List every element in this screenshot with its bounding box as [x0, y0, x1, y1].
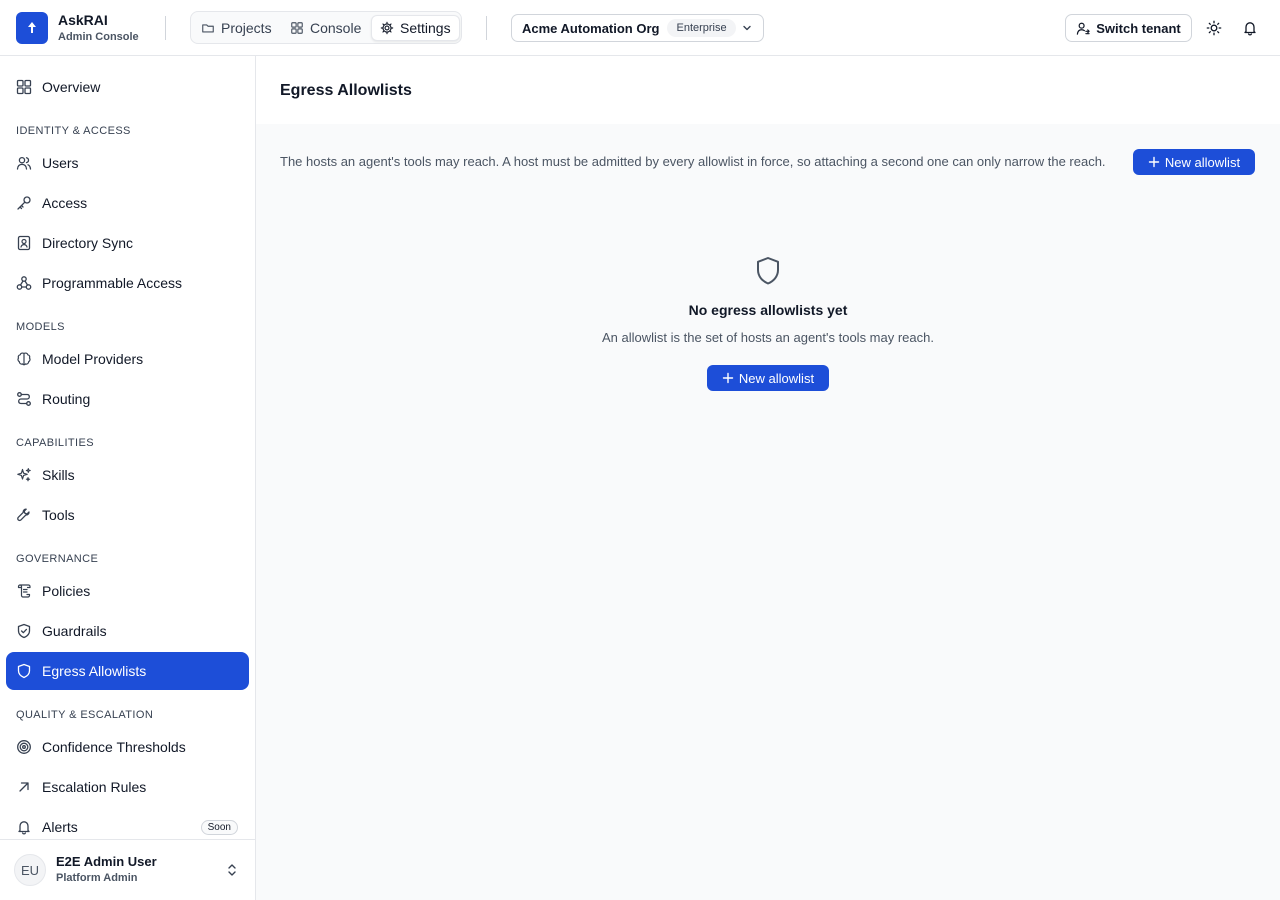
- user-switch-icon: [1077, 22, 1090, 35]
- shield-icon: [17, 663, 31, 679]
- sidebar-item-label: Routing: [42, 391, 91, 407]
- empty-new-allowlist-label: New allowlist: [738, 370, 815, 386]
- sidebar-item-label: Model Providers: [42, 351, 144, 367]
- sidebar-item-label: Users: [42, 155, 79, 171]
- scroll-icon: [17, 584, 31, 598]
- sidebar-item-access[interactable]: Access: [6, 184, 249, 222]
- plus-icon: [722, 372, 734, 384]
- sidebar-item-label: Policies: [42, 583, 91, 599]
- sidebar-item-overview[interactable]: Overview: [6, 68, 249, 106]
- sidebar-item-label: Directory Sync: [42, 235, 134, 251]
- key-icon: [17, 196, 31, 210]
- users-icon: [16, 156, 32, 170]
- main-content: The hosts an agent's tools may reach. A …: [256, 124, 1280, 900]
- sidebar: Overview IDENTITY & ACCESS Users Access …: [0, 56, 256, 900]
- sidebar-item-guardrails[interactable]: Guardrails: [6, 612, 249, 650]
- sidebar-item-policies[interactable]: Policies: [6, 572, 249, 610]
- avatar: EU: [14, 854, 46, 886]
- user-name: E2E Admin User: [56, 854, 157, 869]
- folder-icon: [202, 24, 214, 33]
- org-name: Acme Automation Org: [522, 20, 660, 36]
- sidebar-item-label: Tools: [42, 507, 75, 523]
- notifications-button[interactable]: [1240, 18, 1260, 38]
- tab-settings[interactable]: Settings: [371, 15, 460, 41]
- sidebar-item-escalation-rules[interactable]: Escalation Rules: [6, 768, 249, 806]
- sidebar-item-tools[interactable]: Tools: [6, 496, 249, 534]
- sidebar-item-egress-allowlists[interactable]: Egress Allowlists: [6, 652, 249, 690]
- divider: [486, 16, 487, 40]
- page-title: Egress Allowlists: [280, 82, 412, 99]
- sidebar-item-label: Programmable Access: [42, 275, 183, 291]
- dashboard-icon: [16, 79, 32, 95]
- empty-state-subtitle: An allowlist is the set of hosts an agen…: [602, 330, 934, 345]
- tab-projects-label: Projects: [221, 20, 272, 36]
- gear-icon: [380, 21, 394, 35]
- plan-badge: Enterprise: [667, 19, 736, 37]
- sidebar-item-skills[interactable]: Skills: [6, 456, 249, 494]
- sidebar-section-models: MODELS: [16, 321, 65, 333]
- soon-badge: Soon: [200, 820, 238, 835]
- webhook-icon: [16, 276, 32, 290]
- sidebar-item-programmable-access[interactable]: Programmable Access: [6, 264, 249, 302]
- brain-icon: [17, 352, 31, 366]
- sidebar-item-users[interactable]: Users: [6, 144, 249, 182]
- sidebar-item-label: Alerts: [42, 819, 78, 835]
- bell-icon: [1244, 22, 1256, 36]
- sidebar-item-confidence-thresholds[interactable]: Confidence Thresholds: [6, 728, 249, 766]
- sidebar-item-routing[interactable]: Routing: [6, 380, 249, 418]
- new-allowlist-label: New allowlist: [1164, 154, 1241, 170]
- app-logo[interactable]: [16, 12, 48, 44]
- sidebar-item-label: Overview: [42, 79, 101, 95]
- tab-settings-label: Settings: [400, 20, 451, 36]
- grid-icon: [291, 22, 303, 34]
- empty-state-title: No egress allowlists yet: [688, 302, 848, 318]
- contact-book-icon: [17, 235, 31, 251]
- empty-new-allowlist-button[interactable]: New allowlist: [707, 365, 829, 391]
- sun-icon: [1206, 20, 1222, 36]
- sidebar-item-model-providers[interactable]: Model Providers: [6, 340, 249, 378]
- logo-icon: [28, 22, 36, 33]
- route-icon: [17, 392, 31, 406]
- sidebar-item-label: Skills: [42, 467, 75, 483]
- sidebar-section-identity: IDENTITY & ACCESS: [16, 125, 131, 137]
- shield-check-icon: [17, 623, 31, 639]
- user-role: Platform Admin: [56, 872, 138, 884]
- tab-console-label: Console: [310, 20, 362, 36]
- divider: [165, 16, 166, 40]
- sidebar-item-label: Escalation Rules: [42, 779, 147, 795]
- sidebar-section-quality: QUALITY & ESCALATION: [16, 709, 154, 721]
- brand-name: AskRAI: [58, 12, 108, 28]
- switch-tenant-label: Switch tenant: [1096, 20, 1181, 36]
- new-allowlist-button[interactable]: New allowlist: [1133, 149, 1255, 175]
- sidebar-item-label: Confidence Thresholds: [42, 739, 186, 755]
- brand-subtitle: Admin Console: [58, 31, 139, 43]
- top-bar: AskRAI Admin Console Projects Console Se…: [0, 0, 1280, 56]
- chevron-down-icon: [743, 25, 751, 31]
- tab-projects[interactable]: Projects: [193, 15, 280, 41]
- theme-toggle[interactable]: [1204, 18, 1224, 38]
- sidebar-item-directory-sync[interactable]: Directory Sync: [6, 224, 249, 262]
- sidebar-section-capabilities: CAPABILITIES: [16, 437, 94, 449]
- nav-tabs: Projects Console Settings: [190, 11, 462, 44]
- tab-console[interactable]: Console: [282, 15, 369, 41]
- switch-tenant-button[interactable]: Switch tenant: [1065, 14, 1192, 42]
- org-selector[interactable]: Acme Automation Org Enterprise: [511, 14, 764, 42]
- page-header: Egress Allowlists: [256, 56, 1280, 124]
- sidebar-item-label: Guardrails: [42, 623, 107, 639]
- sidebar-item-label: Access: [42, 195, 88, 211]
- sparkles-icon: [17, 468, 31, 482]
- page-description: The hosts an agent's tools may reach. A …: [280, 154, 1106, 169]
- sidebar-item-label: Egress Allowlists: [42, 663, 147, 679]
- plus-icon: [1148, 156, 1160, 168]
- shield-icon: [757, 257, 779, 285]
- user-menu[interactable]: EU E2E Admin User Platform Admin: [0, 839, 255, 900]
- bell-icon: [18, 821, 30, 835]
- arrow-up-right-icon: [19, 782, 29, 792]
- wrench-icon: [17, 508, 30, 522]
- target-icon: [17, 740, 31, 754]
- chevron-up-down-icon[interactable]: [224, 862, 240, 878]
- sidebar-section-governance: GOVERNANCE: [16, 553, 99, 565]
